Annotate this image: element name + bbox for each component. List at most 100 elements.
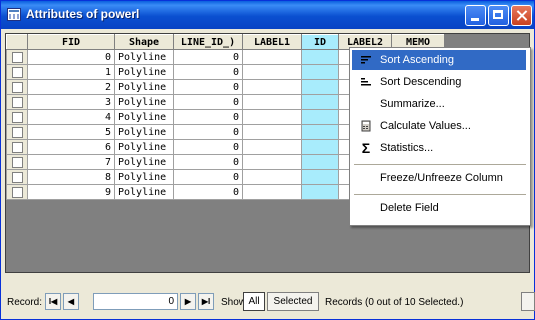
- last-record-button[interactable]: ▶I: [198, 293, 214, 310]
- menu-label: Delete Field: [380, 202, 439, 214]
- row-selector[interactable]: [6, 154, 28, 170]
- menu-item-calculate-values[interactable]: Calculate Values...: [352, 116, 526, 136]
- record-number-input[interactable]: 0: [93, 293, 178, 310]
- cell-id[interactable]: [301, 124, 339, 140]
- cell-label1[interactable]: [242, 109, 302, 125]
- cell-id[interactable]: [301, 64, 339, 80]
- minimize-button[interactable]: [465, 5, 486, 26]
- menu-label: Calculate Values...: [380, 120, 471, 132]
- column-header-fid[interactable]: FID: [27, 34, 115, 50]
- cell-shape[interactable]: Polyline: [114, 64, 174, 80]
- menu-item-delete-field[interactable]: Delete Field: [352, 198, 526, 218]
- cell-fid[interactable]: 2: [27, 79, 115, 95]
- cell-shape[interactable]: Polyline: [114, 124, 174, 140]
- cell-line-id[interactable]: 0: [173, 49, 243, 65]
- cell-id[interactable]: [301, 154, 339, 170]
- menu-label: Sort Descending: [380, 76, 462, 88]
- cell-label1[interactable]: [242, 169, 302, 185]
- sort-ascending-icon: [360, 54, 372, 66]
- row-selector[interactable]: [6, 124, 28, 140]
- cell-fid[interactable]: 4: [27, 109, 115, 125]
- cell-shape[interactable]: Polyline: [114, 184, 174, 200]
- cell-fid[interactable]: 0: [27, 49, 115, 65]
- column-header-id[interactable]: ID: [301, 34, 339, 50]
- cell-fid[interactable]: 1: [27, 64, 115, 80]
- column-header-label1[interactable]: LABEL1: [242, 34, 302, 50]
- cell-shape[interactable]: Polyline: [114, 94, 174, 110]
- cell-fid[interactable]: 8: [27, 169, 115, 185]
- cell-line-id[interactable]: 0: [173, 169, 243, 185]
- cell-label1[interactable]: [242, 184, 302, 200]
- previous-record-button[interactable]: ◀: [63, 293, 79, 310]
- record-label: Record:: [7, 297, 43, 308]
- cell-id[interactable]: [301, 49, 339, 65]
- row-selector[interactable]: [6, 79, 28, 95]
- cell-label1[interactable]: [242, 154, 302, 170]
- row-selector[interactable]: [6, 169, 28, 185]
- row-selector[interactable]: [6, 184, 28, 200]
- first-record-button[interactable]: I◀: [45, 293, 61, 310]
- row-selector[interactable]: [6, 139, 28, 155]
- menu-item-freeze-column[interactable]: Freeze/Unfreeze Column: [352, 168, 526, 188]
- cell-label1[interactable]: [242, 124, 302, 140]
- cell-line-id[interactable]: 0: [173, 139, 243, 155]
- cell-label1[interactable]: [242, 79, 302, 95]
- title-bar[interactable]: Attributes of powerl: [1, 1, 534, 29]
- column-header-shape[interactable]: Shape: [114, 34, 174, 50]
- cell-id[interactable]: [301, 79, 339, 95]
- column-context-menu: Sort Ascending Sort Descending Summarize…: [349, 47, 531, 226]
- sort-descending-icon: [360, 76, 372, 88]
- table-icon: [7, 8, 21, 21]
- menu-separator: [354, 194, 526, 195]
- show-selected-button[interactable]: Selected: [267, 292, 319, 311]
- menu-label: Sort Ascending: [380, 54, 454, 66]
- cell-id[interactable]: [301, 109, 339, 125]
- next-record-button[interactable]: ▶: [180, 293, 196, 310]
- cell-id[interactable]: [301, 139, 339, 155]
- cell-shape[interactable]: Polyline: [114, 49, 174, 65]
- menu-label: Statistics...: [380, 142, 434, 154]
- cell-id[interactable]: [301, 184, 339, 200]
- attributes-window: Attributes of powerl FID Shape LINE_ID_)…: [0, 0, 535, 320]
- column-header-line-id[interactable]: LINE_ID_): [173, 34, 243, 50]
- close-button[interactable]: [511, 5, 532, 26]
- menu-item-summarize[interactable]: Summarize...: [352, 94, 526, 114]
- cell-label1[interactable]: [242, 94, 302, 110]
- cell-shape[interactable]: Polyline: [114, 154, 174, 170]
- cell-fid[interactable]: 6: [27, 139, 115, 155]
- cell-line-id[interactable]: 0: [173, 79, 243, 95]
- calculator-icon: [360, 120, 372, 132]
- menu-label: Summarize...: [380, 98, 445, 110]
- options-button[interactable]: [521, 292, 535, 311]
- sigma-icon: Σ: [361, 140, 371, 156]
- menu-item-sort-descending[interactable]: Sort Descending: [352, 72, 526, 92]
- menu-item-sort-ascending[interactable]: Sort Ascending: [352, 50, 526, 70]
- corner-cell[interactable]: [6, 34, 28, 50]
- cell-line-id[interactable]: 0: [173, 184, 243, 200]
- cell-shape[interactable]: Polyline: [114, 139, 174, 155]
- menu-item-statistics[interactable]: Σ Statistics...: [352, 138, 526, 158]
- show-all-button[interactable]: All: [243, 292, 265, 311]
- cell-line-id[interactable]: 0: [173, 109, 243, 125]
- cell-line-id[interactable]: 0: [173, 124, 243, 140]
- cell-id[interactable]: [301, 94, 339, 110]
- cell-line-id[interactable]: 0: [173, 64, 243, 80]
- maximize-button[interactable]: [488, 5, 509, 26]
- cell-fid[interactable]: 5: [27, 124, 115, 140]
- cell-fid[interactable]: 3: [27, 94, 115, 110]
- row-selector[interactable]: [6, 94, 28, 110]
- cell-shape[interactable]: Polyline: [114, 169, 174, 185]
- cell-line-id[interactable]: 0: [173, 94, 243, 110]
- cell-shape[interactable]: Polyline: [114, 79, 174, 95]
- cell-line-id[interactable]: 0: [173, 154, 243, 170]
- cell-label1[interactable]: [242, 49, 302, 65]
- cell-shape[interactable]: Polyline: [114, 109, 174, 125]
- cell-fid[interactable]: 7: [27, 154, 115, 170]
- row-selector[interactable]: [6, 64, 28, 80]
- cell-label1[interactable]: [242, 139, 302, 155]
- cell-id[interactable]: [301, 169, 339, 185]
- row-selector[interactable]: [6, 49, 28, 65]
- cell-label1[interactable]: [242, 64, 302, 80]
- cell-fid[interactable]: 9: [27, 184, 115, 200]
- row-selector[interactable]: [6, 109, 28, 125]
